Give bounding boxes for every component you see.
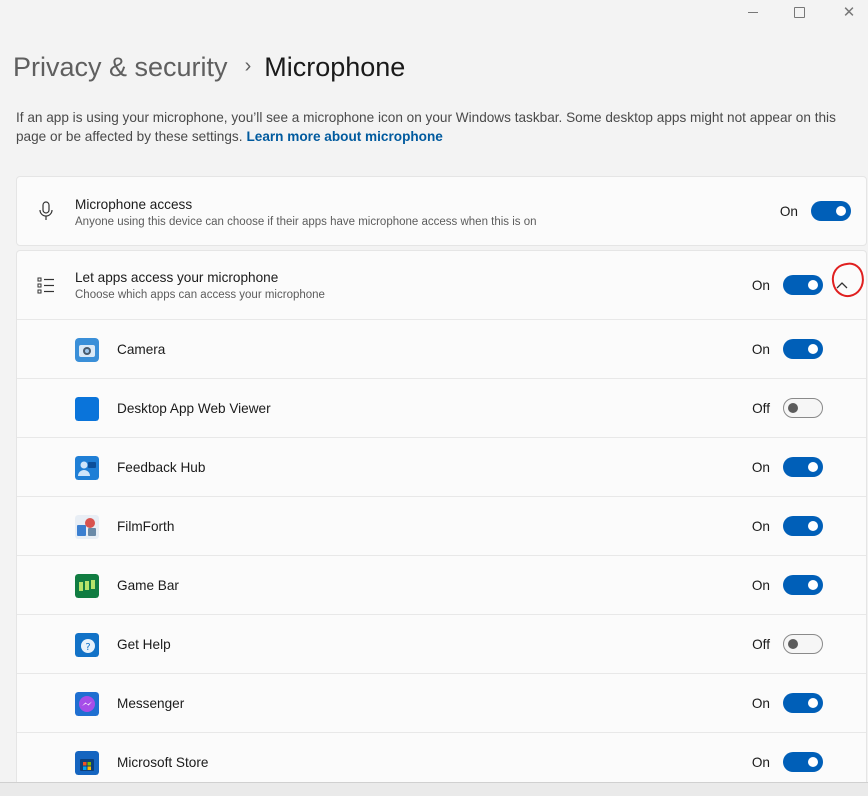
desktop-app-web-viewer-toggle[interactable] bbox=[783, 398, 823, 418]
app-state: On bbox=[751, 519, 770, 534]
camera-app-icon bbox=[75, 338, 99, 362]
minimize-button[interactable] bbox=[730, 0, 776, 24]
app-name: Get Help bbox=[117, 637, 171, 652]
app-row: Game Bar On bbox=[17, 555, 866, 615]
page-description: If an app is using your microphone, you’… bbox=[16, 108, 866, 146]
page-title: Microphone bbox=[264, 52, 406, 82]
app-name: FilmForth bbox=[117, 519, 175, 534]
app-name: Microsoft Store bbox=[117, 755, 209, 770]
microphone-access-text: Microphone access Anyone using this devi… bbox=[75, 197, 537, 228]
microsoft-store-icon bbox=[75, 751, 99, 775]
close-icon: ✕ bbox=[842, 4, 856, 21]
app-name: Camera bbox=[117, 342, 166, 357]
app-name: Game Bar bbox=[117, 578, 179, 593]
filmforth-icon bbox=[75, 515, 99, 539]
app-name: Desktop App Web Viewer bbox=[117, 401, 271, 416]
breadcrumb-parent[interactable]: Privacy & security bbox=[13, 52, 228, 83]
let-apps-subtitle: Choose which apps can access your microp… bbox=[75, 289, 325, 301]
app-row: Feedback Hub On bbox=[17, 437, 866, 497]
game-bar-icon bbox=[75, 574, 99, 598]
microphone-access-subtitle: Anyone using this device can choose if t… bbox=[75, 216, 537, 228]
close-button[interactable]: ✕ bbox=[822, 0, 868, 24]
svg-text:?: ? bbox=[85, 642, 90, 653]
app-row: Desktop App Web Viewer Off bbox=[17, 378, 866, 438]
microphone-access-state: On bbox=[779, 204, 798, 219]
app-row: ? Get Help Off bbox=[17, 614, 866, 674]
filmforth-toggle[interactable] bbox=[783, 516, 823, 536]
app-row: FilmForth On bbox=[17, 496, 866, 556]
app-row: Camera On bbox=[17, 319, 866, 379]
let-apps-toggle[interactable] bbox=[783, 275, 823, 295]
maximize-icon bbox=[793, 6, 805, 18]
app-state: On bbox=[751, 460, 770, 475]
app-state: On bbox=[751, 755, 770, 770]
breadcrumb: Privacy & security › Microphone bbox=[13, 52, 405, 83]
microphone-access-title: Microphone access bbox=[75, 197, 193, 212]
let-apps-text: Let apps access your microphone Choose w… bbox=[75, 270, 325, 301]
app-state: On bbox=[751, 578, 770, 593]
feedback-hub-toggle[interactable] bbox=[783, 457, 823, 477]
minimize-icon bbox=[748, 11, 758, 13]
messenger-toggle[interactable] bbox=[783, 693, 823, 713]
microphone-access-card: Microphone access Anyone using this devi… bbox=[16, 176, 867, 246]
app-state: Off bbox=[752, 637, 770, 652]
app-row: Messenger On bbox=[17, 673, 866, 733]
let-apps-header-row[interactable]: Let apps access your microphone Choose w… bbox=[17, 251, 867, 319]
list-icon bbox=[37, 277, 54, 294]
app-state: On bbox=[751, 696, 770, 711]
camera-toggle[interactable] bbox=[783, 339, 823, 359]
breadcrumb-separator-icon: › bbox=[244, 55, 252, 77]
learn-more-link[interactable]: Learn more about microphone bbox=[246, 129, 442, 144]
taskbar-edge bbox=[0, 782, 868, 796]
microphone-access-toggle[interactable] bbox=[811, 201, 851, 221]
microsoft-store-toggle[interactable] bbox=[783, 752, 823, 772]
messenger-icon bbox=[75, 692, 99, 716]
app-name: Messenger bbox=[117, 696, 185, 711]
let-apps-state: On bbox=[751, 278, 770, 293]
game-bar-toggle[interactable] bbox=[783, 575, 823, 595]
let-apps-access-card: Let apps access your microphone Choose w… bbox=[16, 250, 867, 796]
window-controls: ✕ bbox=[730, 0, 868, 24]
let-apps-title: Let apps access your microphone bbox=[75, 270, 279, 285]
get-help-toggle[interactable] bbox=[783, 634, 823, 654]
microphone-icon bbox=[39, 201, 53, 220]
get-help-icon: ? bbox=[75, 633, 99, 657]
app-name: Feedback Hub bbox=[117, 460, 206, 475]
feedback-hub-icon bbox=[75, 456, 99, 480]
desktop-app-web-viewer-icon bbox=[75, 397, 99, 421]
app-state: Off bbox=[752, 401, 770, 416]
maximize-button[interactable] bbox=[776, 0, 822, 24]
app-state: On bbox=[751, 342, 770, 357]
